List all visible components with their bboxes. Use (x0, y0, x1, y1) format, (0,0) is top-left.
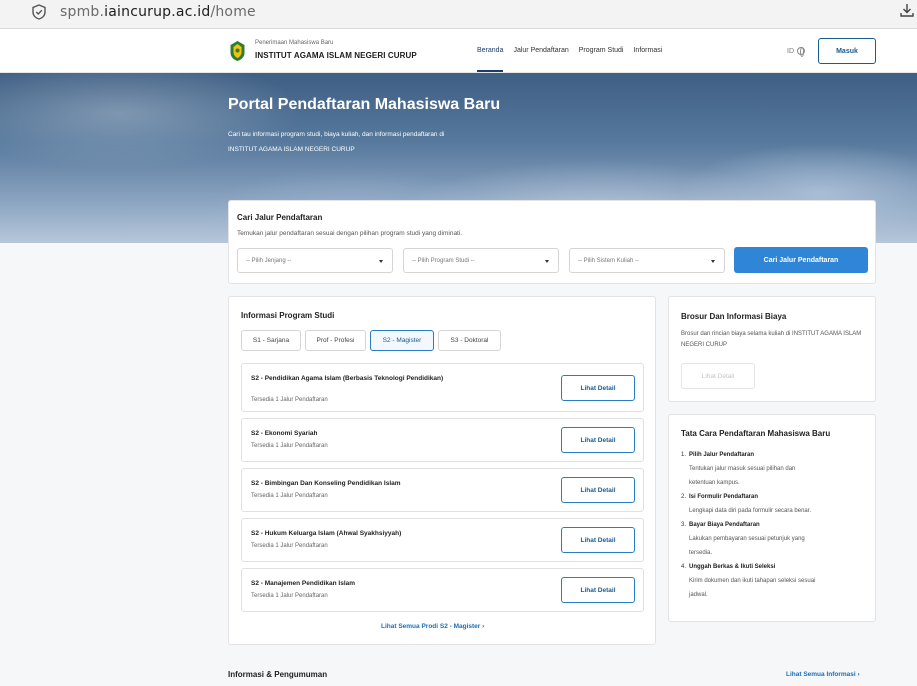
jenjang-select[interactable]: -- Pilih Jenjang -- (237, 248, 393, 273)
procedure-step: 2. Isi Formulir Pendaftaran Lengkapi data… (681, 490, 869, 518)
procedure-card: Tata Cara Pendaftaran Mahasiswa Baru 1. P… (668, 414, 876, 622)
program-studi-select-value: -- Pilih Program Studi -- (412, 257, 475, 264)
tab-s1-sarjana[interactable]: S1 - Sarjana (241, 330, 301, 351)
language-label: ID (787, 47, 794, 55)
program-availability: Tersedia 1 Jalur Pendaftaran (251, 543, 328, 549)
step-desc: Lengkapi data diri pada formulir secara … (689, 508, 812, 514)
step-title: Isi Formulir Pendaftaran (689, 494, 759, 500)
procedure-steps: 1. Pilih Jalur Pendaftaran Tentukan jalur… (681, 448, 869, 602)
hero-desc-line1: Cari tau informasi program studi, biaya … (228, 131, 445, 138)
program-studi-card: Informasi Program Studi S1 - Sarjana Pro… (228, 296, 656, 645)
nav-program-studi[interactable]: Program Studi (579, 47, 624, 73)
url-host-prefix: spmb. (60, 4, 105, 20)
address-bar[interactable]: spmb.iaincurup.ac.id/home (22, 0, 902, 24)
detail-button[interactable]: Lihat Detail (561, 477, 635, 503)
url-text[interactable]: spmb.iaincurup.ac.id/home (60, 4, 256, 20)
caret-down-icon (711, 260, 715, 263)
program-item: S2 - Manajemen Pendidikan Islam Tersedia… (241, 568, 644, 612)
program-name: S2 - Pendidikan Agama Islam (Berbasis Te… (251, 375, 444, 382)
nav-beranda[interactable]: Beranda (477, 47, 504, 73)
degree-tabs: S1 - Sarjana Prof - Profesi S2 - Magiste… (241, 330, 505, 351)
program-studi-title: Informasi Program Studi (241, 311, 335, 320)
tab-profesi[interactable]: Prof - Profesi (305, 330, 366, 351)
step-desc: Lakukan pembayaran sesuai petunjuk yang (689, 536, 805, 542)
procedure-step: 1. Pilih Jalur Pendaftaran Tentukan jalur… (681, 448, 869, 490)
procedure-step: 4. Unggah Berkas & Ikuti Seleksi Kirim do… (681, 560, 869, 602)
announcements-title: Informasi & Pengumuman (228, 670, 328, 679)
step-desc: ketentuan kampus. (689, 480, 740, 486)
nav-jalur-pendaftaran[interactable]: Jalur Pendaftaran (513, 47, 568, 73)
program-name: S2 - Manajemen Pendidikan Islam (251, 580, 356, 587)
tab-s3-doktoral[interactable]: S3 - Doktoral (438, 330, 501, 351)
brand-title[interactable]: INSTITUT AGAMA ISLAM NEGERI CURUP (255, 51, 417, 60)
search-title: Cari Jalur Pendaftaran (237, 213, 323, 222)
step-desc: Kirim dokumen dan ikuti tahapan seleksi … (689, 578, 816, 584)
search-card: Cari Jalur Pendaftaran Temukan jalur pen… (228, 200, 876, 284)
browser-toolbar: spmb.iaincurup.ac.id/home (0, 0, 917, 29)
globe-icon (797, 47, 805, 57)
url-path: /home (210, 4, 256, 20)
step-desc: Tentukan jalur masuk sesuai pilihan dan (689, 466, 796, 472)
program-name: S2 - Hukum Keluarga Islam (Ahwal Syakhsi… (251, 530, 402, 537)
step-title: Pilih Jalur Pendaftaran (689, 452, 755, 458)
detail-button[interactable]: Lihat Detail (561, 375, 635, 401)
step-title: Unggah Berkas & Ikuti Seleksi (689, 564, 776, 570)
nav-informasi[interactable]: Informasi (633, 47, 662, 73)
program-item: S2 - Ekonomi Syariah Tersedia 1 Jalur Pe… (241, 418, 644, 462)
shield-icon[interactable] (32, 4, 46, 20)
see-all-programs-link[interactable]: Lihat Semua Prodi S2 - Magister › (381, 623, 484, 630)
program-name: S2 - Bimbingan Dan Konseling Pendidikan … (251, 480, 401, 487)
program-availability: Tersedia 1 Jalur Pendaftaran (251, 493, 328, 499)
download-icon[interactable] (899, 2, 915, 18)
hero-desc-line2: INSTITUT AGAMA ISLAM NEGERI CURUP (228, 146, 355, 153)
step-desc: tersedia. (689, 550, 713, 556)
login-button[interactable]: Masuk (818, 38, 876, 64)
detail-button[interactable]: Lihat Detail (561, 577, 635, 603)
program-studi-select[interactable]: -- Pilih Program Studi -- (403, 248, 559, 273)
program-item: S2 - Bimbingan Dan Konseling Pendidikan … (241, 468, 644, 512)
program-availability: Tersedia 1 Jalur Pendaftaran (251, 443, 328, 449)
hero-title: Portal Pendaftaran Mahasiswa Baru (228, 96, 501, 113)
program-name: S2 - Ekonomi Syariah (251, 430, 318, 437)
caret-down-icon (379, 260, 383, 263)
brochure-card: Brosur Dan Informasi Biaya Brosur dan ri… (668, 296, 876, 402)
site-header: Penerimaan Mahasiswa Baru INSTITUT AGAMA… (0, 29, 917, 73)
detail-button[interactable]: Lihat Detail (561, 427, 635, 453)
program-item: S2 - Pendidikan Agama Islam (Berbasis Te… (241, 363, 644, 412)
caret-down-icon (545, 260, 549, 263)
brand-subtitle: Penerimaan Mahasiswa Baru (255, 40, 334, 46)
brochure-detail-button[interactable]: Lihat Detail (681, 363, 755, 389)
language-switcher[interactable]: ID (787, 47, 805, 57)
sistem-kuliah-select[interactable]: -- Pilih Sistem Kuliah -- (569, 248, 725, 273)
procedure-title: Tata Cara Pendaftaran Mahasiswa Baru (681, 429, 831, 438)
iain-curup-logo[interactable] (229, 40, 246, 62)
detail-button[interactable]: Lihat Detail (561, 527, 635, 553)
brochure-description: Brosur dan rincian biaya selama kuliah d… (681, 331, 862, 348)
see-all-announcements-link[interactable]: Lihat Semua Informasi › (786, 671, 860, 678)
step-desc: jadwal. (689, 592, 708, 598)
program-item: S2 - Hukum Keluarga Islam (Ahwal Syakhsi… (241, 518, 644, 562)
tab-s2-magister[interactable]: S2 - Magister (370, 330, 434, 351)
step-title: Bayar Biaya Pendaftaran (689, 522, 760, 528)
search-subtitle: Temukan jalur pendaftaran sesuai dengan … (237, 230, 463, 237)
hero-description: Cari tau informasi program studi, biaya … (228, 127, 528, 157)
program-availability: Tersedia 1 Jalur Pendaftaran (251, 397, 328, 403)
brochure-title: Brosur Dan Informasi Biaya (681, 312, 787, 321)
search-button[interactable]: Cari Jalur Pendaftaran (734, 247, 868, 273)
jenjang-select-value: -- Pilih Jenjang -- (246, 257, 292, 264)
sistem-kuliah-select-value: -- Pilih Sistem Kuliah -- (578, 257, 640, 264)
procedure-step: 3. Bayar Biaya Pendaftaran Lakukan pembay… (681, 518, 869, 560)
program-availability: Tersedia 1 Jalur Pendaftaran (251, 593, 328, 599)
url-host: iaincurup.ac.id (104, 4, 211, 20)
main-nav: Beranda Jalur Pendaftaran Program Studi … (477, 47, 672, 73)
